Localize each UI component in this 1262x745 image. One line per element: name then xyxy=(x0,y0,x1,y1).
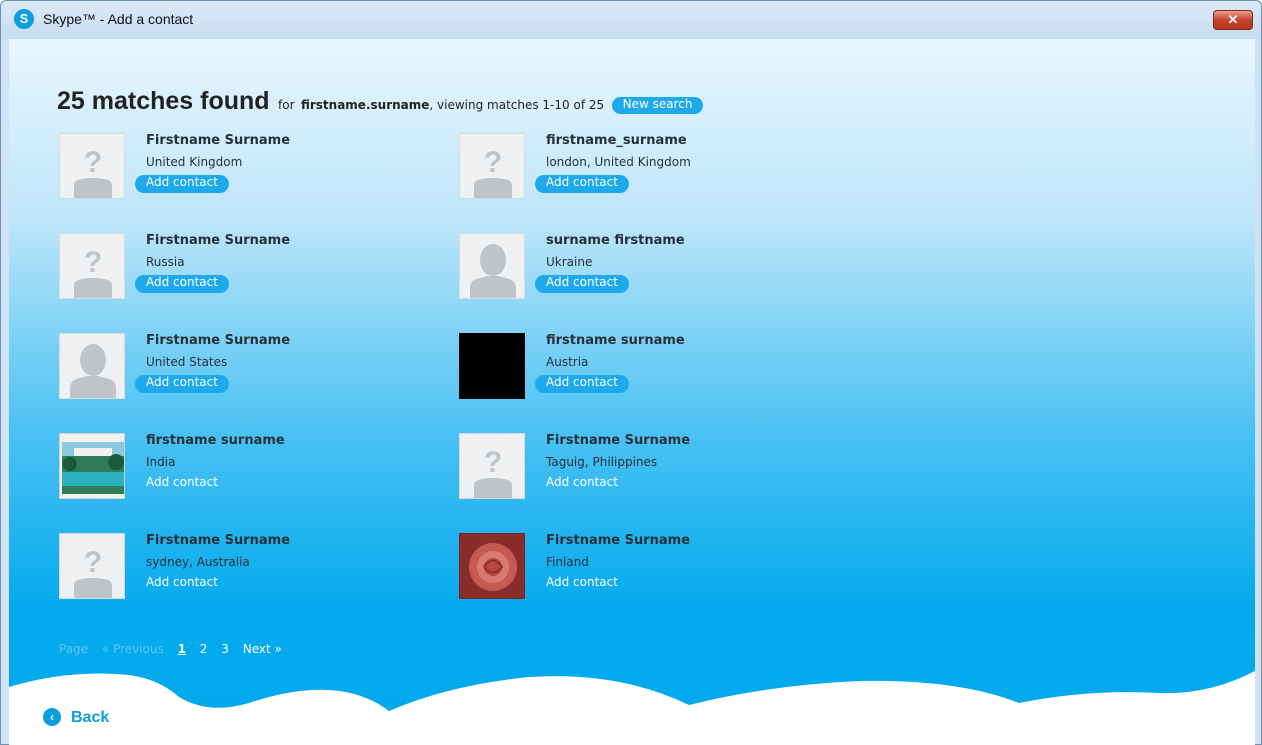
contact-name[interactable]: firstname_surname xyxy=(546,133,687,148)
svg-text:?: ? xyxy=(84,146,102,179)
close-button[interactable]: ✕ xyxy=(1213,10,1253,30)
contact-card: ? Firstname Surname Russia Add contact xyxy=(59,233,439,303)
contact-card: firstname surname India Add contact xyxy=(59,433,439,503)
add-contact-button[interactable]: Add contact xyxy=(135,575,229,593)
add-contact-panel: 25 matches found for firstname.surname, … xyxy=(9,39,1255,745)
pagination: Page « Previous 1 2 3 Next » xyxy=(59,642,292,656)
skype-logo-icon: S xyxy=(14,9,34,29)
add-contact-button[interactable]: Add contact xyxy=(535,475,629,493)
cloud-footer xyxy=(9,671,1255,745)
contact-name[interactable]: Firstname Surname xyxy=(146,133,290,148)
contact-card: firstname surname Austria Add contact xyxy=(459,333,839,403)
contact-name[interactable]: firstname surname xyxy=(146,433,285,448)
unknown-avatar-icon: ? xyxy=(59,533,125,599)
contact-photo xyxy=(59,433,125,499)
add-contact-button[interactable]: Add contact xyxy=(535,575,629,593)
for-prefix: for xyxy=(278,98,295,112)
search-query: firstname.surname xyxy=(300,98,430,112)
contact-location: United States xyxy=(146,355,228,369)
chevron-left-icon: ‹ xyxy=(43,708,61,726)
add-contact-button[interactable]: Add contact xyxy=(135,375,229,393)
svg-text:?: ? xyxy=(484,446,502,479)
page-link-1[interactable]: 1 xyxy=(178,642,186,656)
contact-photo xyxy=(459,533,525,599)
page-link-2[interactable]: 2 xyxy=(200,642,208,656)
svg-text:?: ? xyxy=(484,146,502,179)
contact-card: ? Firstname Surname Taguig, Philippines … xyxy=(459,433,839,503)
back-button[interactable]: ‹ Back xyxy=(43,708,109,727)
contact-name[interactable]: Firstname Surname xyxy=(146,233,290,248)
svg-text:?: ? xyxy=(84,546,102,579)
contact-name[interactable]: Firstname Surname xyxy=(146,333,290,348)
page-link-3[interactable]: 3 xyxy=(221,642,229,656)
back-label: Back xyxy=(71,709,110,726)
contact-location: Russia xyxy=(146,255,185,269)
match-count: 25 matches found xyxy=(57,87,270,115)
unknown-avatar-icon: ? xyxy=(59,233,125,299)
contact-name[interactable]: firstname surname xyxy=(546,333,685,348)
results-heading: 25 matches found for firstname.surname, … xyxy=(57,87,704,116)
person-silhouette-icon xyxy=(59,333,125,399)
contact-location: london, United Kingdom xyxy=(546,155,691,169)
add-contact-button[interactable]: Add contact xyxy=(135,275,229,293)
add-contact-button[interactable]: Add contact xyxy=(535,375,629,393)
add-contact-button[interactable]: Add contact xyxy=(135,475,229,493)
contact-photo xyxy=(459,333,525,399)
add-contact-button[interactable]: Add contact xyxy=(535,275,629,293)
contact-card: ? Firstname Surname sydney, Australia Ad… xyxy=(59,533,439,603)
contact-location: Austria xyxy=(546,355,589,369)
contact-name[interactable]: Firstname Surname xyxy=(146,533,290,548)
title-bar: S Skype™ - Add a contact ✕ xyxy=(1,1,1261,39)
new-search-button[interactable]: New search xyxy=(611,97,704,114)
contact-name[interactable]: Firstname Surname xyxy=(546,533,690,548)
next-page-link[interactable]: Next » xyxy=(243,642,282,656)
person-silhouette-icon xyxy=(459,233,525,299)
contact-location: sydney, Australia xyxy=(146,555,250,569)
contact-card: Firstname Surname Finland Add contact xyxy=(459,533,839,603)
add-contact-button[interactable]: Add contact xyxy=(535,175,629,193)
contact-name[interactable]: surname firstname xyxy=(546,233,685,248)
svg-text:?: ? xyxy=(84,246,102,279)
add-contact-button[interactable]: Add contact xyxy=(135,175,229,193)
unknown-avatar-icon: ? xyxy=(59,133,125,199)
previous-page-link: « Previous xyxy=(101,642,164,656)
contact-location: Finland xyxy=(546,555,589,569)
contact-card: Firstname Surname United States Add cont… xyxy=(59,333,439,403)
skype-window: S Skype™ - Add a contact ✕ 25 matches fo… xyxy=(0,0,1262,745)
window-title: Skype™ - Add a contact xyxy=(43,11,194,27)
page-label: Page xyxy=(59,642,89,656)
contact-name[interactable]: Firstname Surname xyxy=(546,433,690,448)
contact-location: United Kingdom xyxy=(146,155,243,169)
contact-card: surname firstname Ukraine Add contact xyxy=(459,233,839,303)
contact-location: India xyxy=(146,455,176,469)
unknown-avatar-icon: ? xyxy=(459,133,525,199)
contact-card: ? firstname_surname london, United Kingd… xyxy=(459,133,839,203)
viewing-range: , viewing matches 1-10 of 25 xyxy=(429,98,605,112)
unknown-avatar-icon: ? xyxy=(459,433,525,499)
contact-location: Taguig, Philippines xyxy=(546,455,658,469)
contact-card: ? Firstname Surname United Kingdom Add c… xyxy=(59,133,439,203)
contact-location: Ukraine xyxy=(546,255,593,269)
